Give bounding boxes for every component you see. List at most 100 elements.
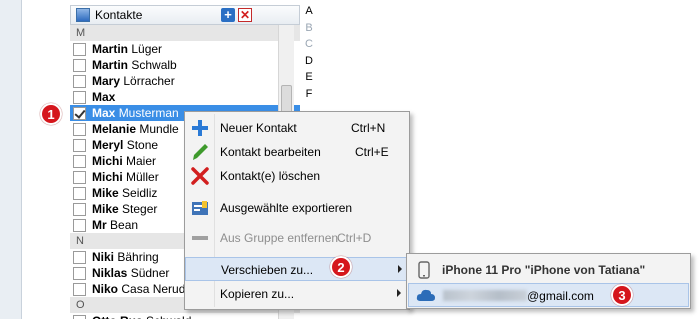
contact-first-name: Melanie [92,122,137,136]
contact-name: Mary Lörracher [92,74,175,88]
delete-contact-icon[interactable]: ✕ [238,8,252,22]
contact-last-name: Casa Neruda [121,282,193,296]
submenu-item-gmail[interactable]: @gmail.com [408,283,689,307]
menu-item-export-selected[interactable]: Ausgewählte exportieren [185,196,409,220]
contact-first-name: Mike [92,186,119,200]
group-letter: N [76,235,84,247]
phone-icon [418,261,430,282]
contact-last-name: Maier [126,154,157,168]
contact-name: Niko Casa Neruda [92,282,192,296]
contact-row[interactable]: Otto Rus Schwald [70,313,300,319]
menu-shortcut: Ctrl+E [355,145,389,159]
x-icon [191,167,209,185]
contact-checkbox[interactable] [73,218,86,232]
group-letter: O [76,299,85,311]
add-contact-icon[interactable]: + [221,8,235,22]
contact-name: Niki Bähring [92,250,159,264]
group-header: M [70,25,300,41]
submenu-label: @gmail.com [443,289,594,303]
menu-item-edit-contact[interactable]: Kontakt bearbeiten Ctrl+E [185,140,409,164]
contact-checkbox[interactable] [73,58,86,72]
step-badge-1: 1 [40,103,62,125]
contact-checkbox[interactable] [73,314,86,319]
contact-first-name: Niki [92,250,115,264]
contact-last-name: Südner [130,266,170,280]
minus-icon [191,229,209,247]
contact-checkbox[interactable] [73,202,86,216]
contact-checkbox[interactable] [73,186,86,200]
contact-checkbox[interactable] [73,90,86,104]
alphabet-letter[interactable]: A [300,5,318,22]
contact-last-name: Mundle [139,122,179,136]
contact-last-name: Lüger [131,42,163,56]
contact-first-name: Mike [92,202,119,216]
menu-label: Ausgewählte exportieren [220,201,353,215]
contact-checkbox[interactable] [73,138,86,152]
contact-checkbox[interactable] [73,266,86,280]
contact-row[interactable]: Mary Lörracher [70,73,300,89]
alphabet-letter[interactable]: D [300,55,318,72]
contact-name: Michi Maier [92,154,156,168]
menu-item-delete-contacts[interactable]: Kontakt(e) löschen [185,164,409,188]
contact-checkbox[interactable] [73,74,86,88]
contact-checkbox[interactable] [73,154,86,168]
contact-name: Martin Lüger [92,42,162,56]
contact-first-name: Max [92,106,116,120]
contact-row[interactable]: Martin Lüger [70,41,300,57]
submenu-label: iPhone 11 Pro "iPhone von Tatiana" [442,263,646,277]
contact-checkbox[interactable] [73,42,86,56]
plus-icon [191,119,209,137]
contact-row[interactable]: Martin Schwalb [70,57,300,73]
menu-item-copy-to[interactable]: Kopieren zu... [185,282,409,306]
contact-last-name: Musterman [118,106,179,120]
menu-item-move-to[interactable]: Verschieben zu... [185,257,409,281]
contact-name: Martin Schwalb [92,58,177,72]
contact-checkbox[interactable] [73,122,86,136]
contact-last-name: Lörracher [123,74,175,88]
contact-first-name: Niko [92,282,119,296]
contact-checkbox[interactable] [73,106,86,120]
contact-last-name: Müller [126,170,159,184]
group-letter: M [76,27,86,39]
alphabet-letter[interactable]: F [300,88,318,105]
menu-shortcut: Ctrl+N [351,121,386,135]
menu-label: Verschieben zu... [221,263,314,277]
contact-last-name: Schwalb [131,58,177,72]
contact-name: Meryl Stone [92,138,158,152]
contact-first-name: Michi [92,170,123,184]
menu-label: Aus Gruppe entfernen [220,231,339,245]
contact-first-name: Niklas [92,266,128,280]
contact-first-name: Max [92,90,116,104]
export-icon [191,199,209,217]
contact-checkbox[interactable] [73,170,86,184]
contact-name: Niklas Südner [92,266,169,280]
contact-checkbox[interactable] [73,250,86,264]
contacts-title: Kontakte [95,8,143,22]
menu-label: Neuer Kontakt [220,121,297,135]
menu-label: Kopieren zu... [220,287,295,301]
select-all-checkbox[interactable] [76,8,90,22]
submenu-item-iphone[interactable]: iPhone 11 Pro "iPhone von Tatiana" [408,258,689,282]
cloud-icon [416,288,436,305]
contact-row[interactable]: Max [70,89,300,105]
submenu-arrow-icon [398,265,402,273]
step-badge-2: 2 [330,256,352,278]
contact-last-name: Bähring [117,250,159,264]
contact-first-name: Mr [92,218,107,232]
alphabet-letter[interactable]: E [300,71,318,88]
menu-label: Kontakt bearbeiten [220,145,321,159]
menu-item-remove-from-group[interactable]: Aus Gruppe entfernen Ctrl+D [185,226,409,250]
alphabet-letter[interactable]: C [300,38,318,55]
menu-label: Kontakt(e) löschen [220,169,321,183]
alphabet-letter[interactable]: B [300,22,318,39]
contact-first-name: Michi [92,154,123,168]
contact-name: Mike Seidliz [92,186,157,200]
contact-checkbox[interactable] [73,282,86,296]
context-menu: Neuer Kontakt Ctrl+N Kontakt bearbeiten … [184,111,410,310]
contact-first-name: Martin [92,42,128,56]
contact-name: Melanie Mundle [92,122,179,136]
submenu-arrow-icon [397,289,401,297]
menu-shortcut: Ctrl+D [337,231,372,245]
left-panel-edge [0,0,22,319]
menu-item-new-contact[interactable]: Neuer Kontakt Ctrl+N [185,116,409,140]
